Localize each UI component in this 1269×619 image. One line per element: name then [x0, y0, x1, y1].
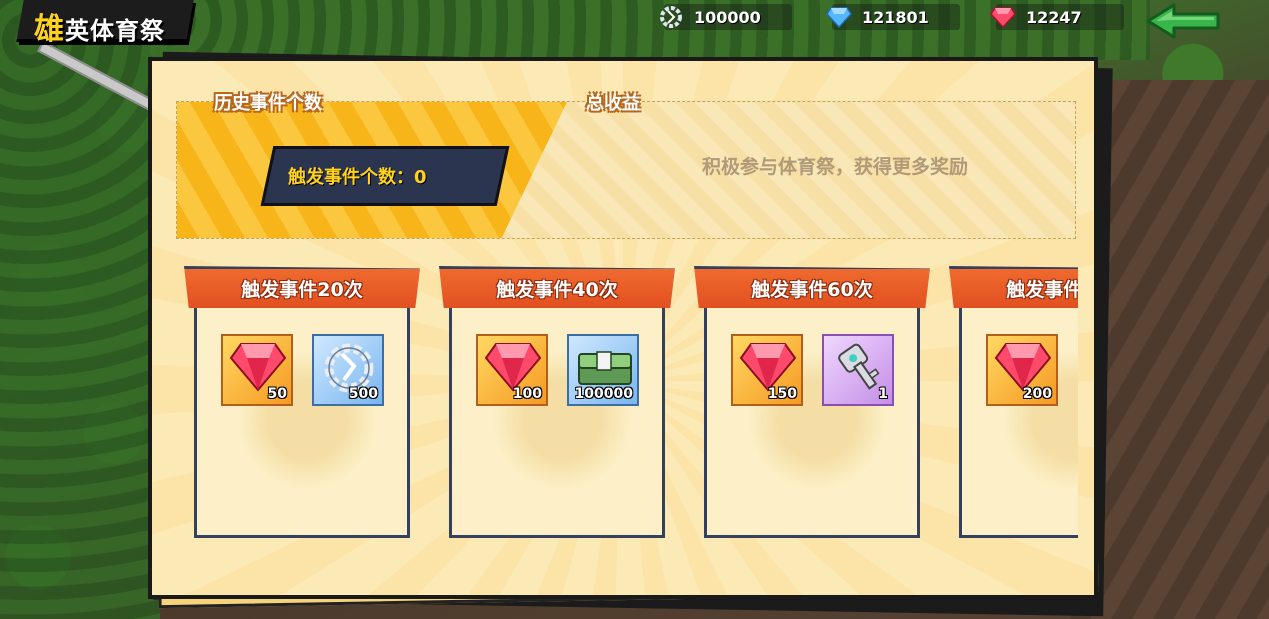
- reward-card-40[interactable]: 触发事件40次 100 100000: [439, 266, 675, 538]
- currency-gems: 12247: [990, 4, 1124, 30]
- summary-section: 触发事件个数：0 积极参与体育祭，获得更多奖励: [176, 101, 1076, 239]
- gem-value: 12247: [1026, 7, 1082, 27]
- reward-qty: 100000: [574, 386, 633, 402]
- reward-item[interactable]: 1: [822, 334, 894, 406]
- gear-token-icon: [658, 4, 684, 30]
- event-count-box: 触发事件个数：0: [260, 146, 510, 206]
- currency-gear-tokens: 100000: [660, 4, 792, 30]
- reward-item[interactable]: 500: [312, 334, 384, 406]
- reward-card-80[interactable]: 触发事件80次 200: [949, 266, 1078, 538]
- reward-qty: 50: [267, 386, 287, 402]
- red-gem-icon: [229, 343, 287, 392]
- currency-diamonds: 121801: [826, 4, 960, 30]
- reward-qty: 150: [767, 386, 797, 402]
- cash-stack-icon: [578, 351, 632, 385]
- red-gem-icon: [484, 343, 542, 392]
- reward-qty: 100: [512, 386, 542, 402]
- event-reward-panel: 触发事件个数：0 积极参与体育祭，获得更多奖励 历史事件个数 总收益 触发事件2…: [148, 57, 1098, 599]
- red-gem-icon: [990, 4, 1016, 30]
- blue-diamond-icon: [826, 4, 852, 30]
- back-arrow-icon: [1146, 3, 1220, 39]
- diamond-value: 121801: [862, 7, 929, 27]
- reward-item[interactable]: 100000: [567, 334, 639, 406]
- reward-card-60[interactable]: 触发事件60次 150 1: [694, 266, 930, 538]
- title-rest: 英体育祭: [65, 17, 165, 45]
- reward-item[interactable]: 150: [731, 334, 803, 406]
- back-button[interactable]: [1146, 3, 1222, 39]
- reward-card-title: 触发事件60次: [751, 279, 873, 301]
- page-title: 雄英体育祭: [34, 4, 165, 47]
- reward-card-title: 触发事件80次: [1006, 279, 1078, 301]
- red-gem-icon: [994, 343, 1052, 392]
- reward-item[interactable]: 200: [986, 334, 1058, 406]
- reward-qty: 500: [348, 386, 378, 402]
- reward-card-20[interactable]: 触发事件20次 50 500: [184, 266, 420, 538]
- hint-text: 积极参与体育祭，获得更多奖励: [701, 156, 968, 178]
- title-first-char: 雄: [34, 12, 65, 47]
- reward-qty: 200: [1022, 386, 1052, 402]
- event-count-text: 触发事件个数：0: [288, 167, 427, 188]
- gear-token-value: 100000: [694, 7, 761, 27]
- red-gem-icon: [739, 343, 797, 392]
- total-income-label: 总收益: [586, 93, 640, 114]
- history-count-label: 历史事件个数: [214, 93, 322, 114]
- reward-item[interactable]: 50: [221, 334, 293, 406]
- reward-card-title: 触发事件40次: [496, 279, 618, 301]
- reward-item[interactable]: 100: [476, 334, 548, 406]
- reward-qty: 1: [878, 386, 888, 402]
- reward-card-title: 触发事件20次: [241, 279, 363, 301]
